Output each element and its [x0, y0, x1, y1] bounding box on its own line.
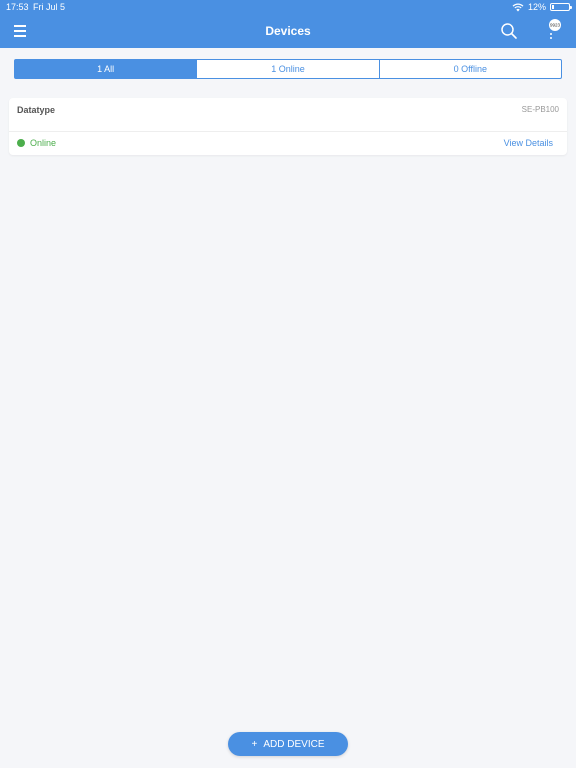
status-time: 17:53: [6, 2, 29, 12]
profile-badge: 9923: [550, 23, 561, 28]
online-status-dot-icon: [17, 139, 25, 147]
status-indicators: 12%: [512, 2, 572, 12]
wifi-icon: [512, 3, 524, 11]
tab-all[interactable]: 1 All: [15, 60, 197, 78]
tab-online[interactable]: 1 Online: [196, 60, 378, 78]
page-title: Devices: [265, 24, 311, 38]
plus-icon: +: [251, 738, 258, 750]
search-icon[interactable]: [500, 22, 518, 40]
status-filter-tabs: 1 All 1 Online 0 Offline: [14, 59, 562, 79]
status-date: Fri Jul 5: [33, 2, 66, 12]
device-model: SE-PB100: [521, 105, 559, 114]
more-vertical-icon[interactable]: 9923: [545, 17, 563, 41]
device-status: Online: [30, 138, 57, 148]
view-details-link[interactable]: View Details: [504, 138, 553, 148]
device-name: Datatype: [17, 105, 56, 115]
add-device-button[interactable]: + ADD DEVICE: [228, 732, 348, 756]
card-divider: [9, 131, 567, 132]
app-header: 17:53 Fri Jul 5 12% Devices 9923: [0, 0, 576, 48]
battery-icon: [550, 3, 572, 11]
tab-offline[interactable]: 0 Offline: [378, 60, 561, 78]
add-device-label: ADD DEVICE: [263, 738, 325, 750]
battery-percent: 12%: [527, 2, 546, 12]
device-card[interactable]: Datatype SE-PB100 Online View Details: [9, 98, 567, 155]
status-bar: 17:53 Fri Jul 5 12%: [0, 0, 576, 14]
